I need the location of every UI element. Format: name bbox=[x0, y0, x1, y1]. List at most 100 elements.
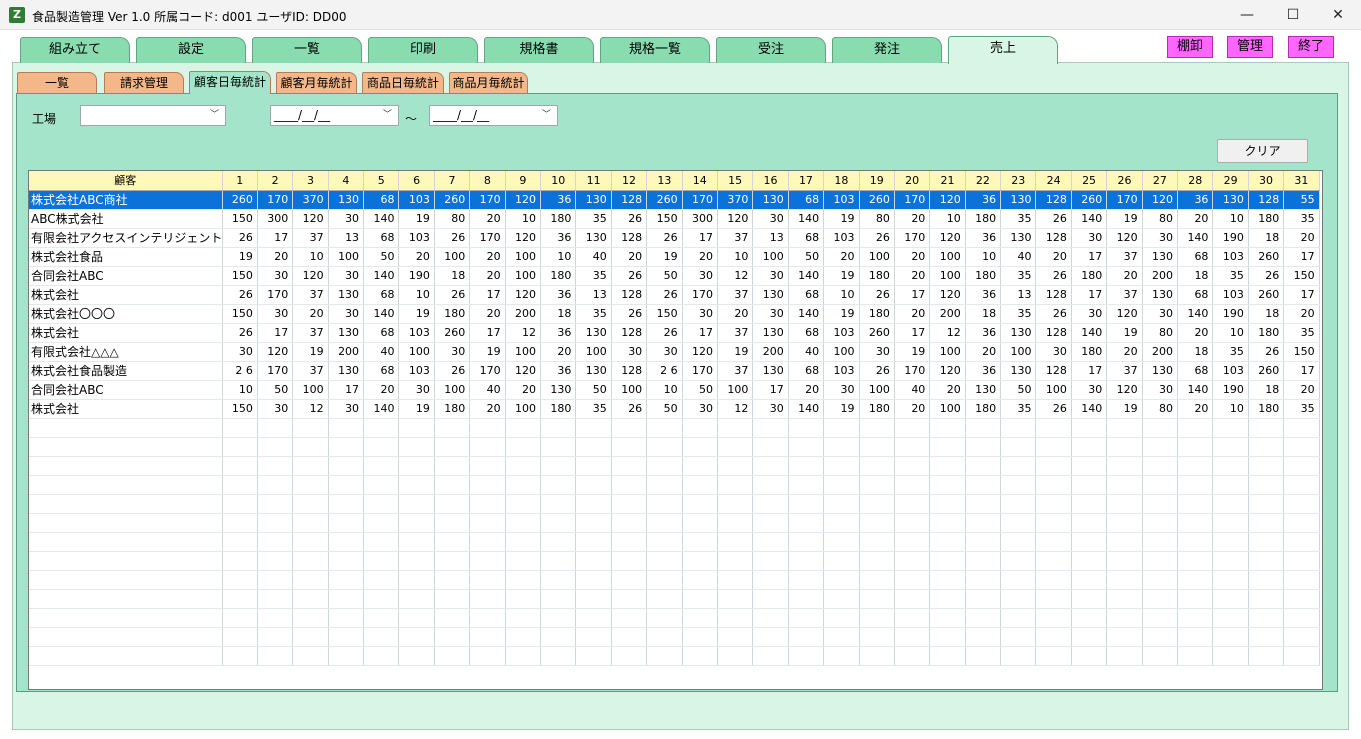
value-cell[interactable]: 10 bbox=[717, 247, 754, 267]
value-cell[interactable]: 130 bbox=[540, 380, 577, 400]
column-header-day[interactable]: 24 bbox=[1035, 171, 1072, 191]
value-cell[interactable]: 30 bbox=[328, 304, 365, 324]
value-cell[interactable]: 180 bbox=[859, 266, 895, 286]
column-header-day[interactable]: 8 bbox=[469, 171, 506, 191]
value-cell[interactable]: 103 bbox=[1212, 247, 1249, 267]
table-row[interactable]: 合同会社ABC 150 30 120 30 140 190 18 20 100 180 35 26 50 3… bbox=[29, 266, 1320, 286]
value-cell[interactable]: 18 bbox=[1248, 228, 1285, 248]
value-cell[interactable]: 120 bbox=[505, 228, 542, 248]
value-cell[interactable]: 35 bbox=[1000, 399, 1037, 419]
value-cell[interactable]: 20 bbox=[611, 247, 648, 267]
customer-name-cell[interactable]: 株式会社 bbox=[29, 399, 223, 419]
value-cell[interactable]: 180 bbox=[859, 399, 895, 419]
value-cell[interactable]: 30 bbox=[328, 209, 365, 229]
value-cell[interactable]: 19 bbox=[292, 342, 329, 362]
value-cell[interactable]: 20 bbox=[469, 247, 506, 267]
value-cell[interactable]: 68 bbox=[788, 285, 825, 305]
value-cell[interactable]: 20 bbox=[540, 342, 577, 362]
value-cell[interactable]: 50 bbox=[575, 380, 612, 400]
value-cell[interactable]: 128 bbox=[611, 361, 648, 381]
value-cell[interactable]: 37 bbox=[292, 285, 329, 305]
value-cell[interactable]: 150 bbox=[1283, 342, 1320, 362]
value-cell[interactable]: 18 bbox=[434, 266, 471, 286]
main-tab-6[interactable]: 規格一覧 bbox=[600, 37, 710, 63]
value-cell[interactable]: 170 bbox=[257, 190, 294, 210]
column-header-day[interactable]: 13 bbox=[646, 171, 683, 191]
value-cell[interactable]: 18 bbox=[1177, 266, 1214, 286]
value-cell[interactable]: 17 bbox=[1071, 247, 1108, 267]
column-header-day[interactable]: 27 bbox=[1142, 171, 1179, 191]
value-cell[interactable]: 30 bbox=[1035, 342, 1072, 362]
value-cell[interactable]: 150 bbox=[222, 399, 258, 419]
value-cell[interactable]: 68 bbox=[788, 228, 825, 248]
value-cell[interactable]: 37 bbox=[292, 323, 329, 343]
value-cell[interactable]: 140 bbox=[363, 399, 400, 419]
value-cell[interactable]: 20 bbox=[894, 304, 931, 324]
column-header-day[interactable]: 28 bbox=[1177, 171, 1214, 191]
value-cell[interactable]: 100 bbox=[398, 342, 435, 362]
value-cell[interactable]: 30 bbox=[682, 399, 718, 419]
column-header-day[interactable]: 2 bbox=[257, 171, 294, 191]
value-cell[interactable]: 130 bbox=[1142, 285, 1179, 305]
value-cell[interactable]: 190 bbox=[398, 266, 435, 286]
value-cell[interactable]: 30 bbox=[1142, 228, 1179, 248]
main-tab-2[interactable]: 設定 bbox=[136, 37, 246, 63]
date-to-picker[interactable]: ____/__/__ ﹀ bbox=[429, 105, 558, 126]
value-cell[interactable]: 10 bbox=[540, 247, 577, 267]
value-cell[interactable]: 150 bbox=[222, 304, 258, 324]
value-cell[interactable]: 30 bbox=[752, 209, 789, 229]
column-header-day[interactable]: 12 bbox=[611, 171, 648, 191]
value-cell[interactable]: 120 bbox=[929, 190, 966, 210]
value-cell[interactable]: 68 bbox=[363, 361, 400, 381]
value-cell[interactable]: 100 bbox=[929, 342, 966, 362]
value-cell[interactable]: 12 bbox=[717, 266, 754, 286]
value-cell[interactable]: 19 bbox=[717, 342, 754, 362]
value-cell[interactable]: 180 bbox=[1071, 266, 1108, 286]
value-cell[interactable]: 130 bbox=[328, 323, 365, 343]
value-cell[interactable]: 2 6 bbox=[222, 361, 258, 381]
value-cell[interactable]: 30 bbox=[1142, 380, 1179, 400]
value-cell[interactable]: 20 bbox=[469, 266, 506, 286]
value-cell[interactable]: 103 bbox=[1212, 361, 1249, 381]
value-cell[interactable]: 103 bbox=[398, 190, 435, 210]
value-cell[interactable]: 130 bbox=[575, 190, 612, 210]
value-cell[interactable]: 180 bbox=[434, 304, 471, 324]
value-cell[interactable]: 30 bbox=[859, 342, 895, 362]
value-cell[interactable]: 10 bbox=[1212, 209, 1249, 229]
value-cell[interactable]: 26 bbox=[1248, 342, 1285, 362]
value-cell[interactable]: 18 bbox=[1177, 342, 1214, 362]
value-cell[interactable]: 128 bbox=[611, 285, 648, 305]
main-tab-1[interactable]: 組み立て bbox=[20, 37, 130, 63]
value-cell[interactable]: 30 bbox=[222, 342, 258, 362]
maximize-button[interactable]: ☐ bbox=[1270, 0, 1316, 30]
column-header-day[interactable]: 15 bbox=[717, 171, 754, 191]
value-cell[interactable]: 17 bbox=[1283, 361, 1320, 381]
close-button[interactable]: ✕ bbox=[1315, 0, 1361, 30]
value-cell[interactable]: 26 bbox=[611, 399, 648, 419]
value-cell[interactable]: 130 bbox=[575, 228, 612, 248]
value-cell[interactable]: 36 bbox=[1177, 190, 1214, 210]
value-cell[interactable]: 128 bbox=[611, 190, 648, 210]
value-cell[interactable]: 19 bbox=[1106, 209, 1143, 229]
column-header-day[interactable]: 22 bbox=[965, 171, 1002, 191]
value-cell[interactable]: 260 bbox=[1071, 190, 1108, 210]
date-from-picker[interactable]: ____/__/__ ﹀ bbox=[270, 105, 399, 126]
value-cell[interactable]: 20 bbox=[1177, 399, 1214, 419]
value-cell[interactable]: 120 bbox=[717, 209, 754, 229]
value-cell[interactable]: 12 bbox=[292, 399, 329, 419]
value-cell[interactable]: 140 bbox=[788, 304, 825, 324]
value-cell[interactable]: 150 bbox=[222, 266, 258, 286]
value-cell[interactable]: 26 bbox=[222, 285, 258, 305]
value-cell[interactable]: 19 bbox=[469, 342, 506, 362]
value-cell[interactable]: 140 bbox=[363, 266, 400, 286]
value-cell[interactable]: 120 bbox=[257, 342, 294, 362]
value-cell[interactable]: 100 bbox=[823, 342, 860, 362]
value-cell[interactable]: 260 bbox=[859, 323, 895, 343]
value-cell[interactable]: 140 bbox=[1071, 209, 1108, 229]
value-cell[interactable]: 170 bbox=[894, 190, 931, 210]
table-row[interactable]: 株式会社食品製造 2 6 170 37 130 68 103 26 170 120 36 130 128… bbox=[29, 361, 1320, 381]
value-cell[interactable]: 37 bbox=[292, 361, 329, 381]
value-cell[interactable]: 19 bbox=[398, 399, 435, 419]
value-cell[interactable]: 30 bbox=[752, 304, 789, 324]
value-cell[interactable]: 20 bbox=[469, 304, 506, 324]
